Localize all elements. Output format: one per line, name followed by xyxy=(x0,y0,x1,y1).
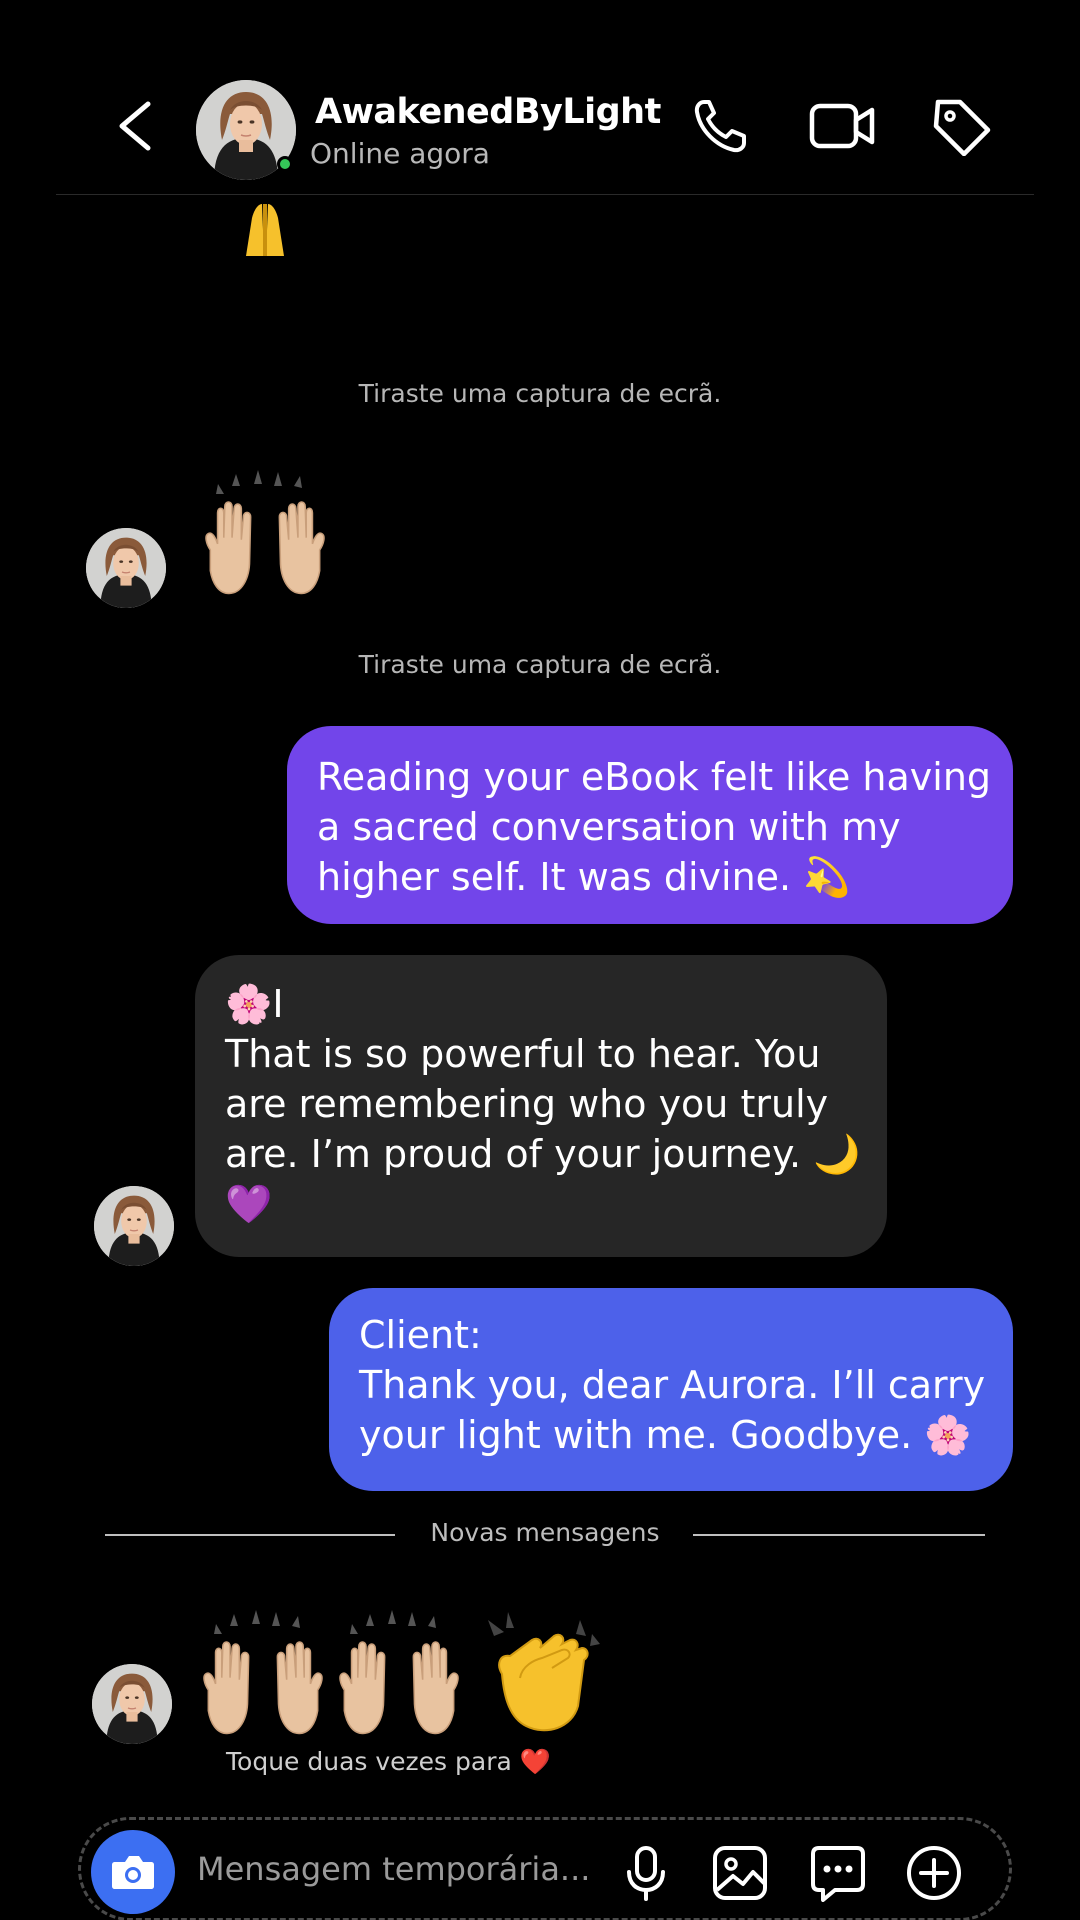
raising-hands-emoji[interactable] xyxy=(330,1610,470,1740)
header-divider xyxy=(56,194,1034,195)
contact-avatar-small[interactable] xyxy=(92,1664,172,1744)
message-text: higher self. It was divine. 💫 xyxy=(317,855,851,899)
raising-hands-emoji[interactable] xyxy=(194,1610,334,1740)
raising-hands-emoji[interactable] xyxy=(196,470,336,600)
contact-status: Online agora xyxy=(310,137,490,170)
sticker-chat-icon[interactable] xyxy=(809,1844,867,1902)
message-text: Reading your eBook felt like having xyxy=(317,755,992,799)
message-text: a sacred conversation with my xyxy=(317,805,901,849)
video-camera-icon[interactable] xyxy=(808,96,878,156)
add-plus-icon[interactable] xyxy=(905,1844,963,1902)
phone-icon[interactable] xyxy=(690,96,754,156)
tag-icon[interactable] xyxy=(930,96,994,156)
camera-button[interactable] xyxy=(91,1830,175,1914)
contact-name[interactable]: AwakenedByLight xyxy=(315,92,661,132)
clapping-hands-emoji[interactable] xyxy=(482,1610,602,1740)
received-message-bubble[interactable]: 🌸I That is so powerful to hear. You are … xyxy=(195,955,887,1257)
system-notice-screenshot: Tiraste uma captura de ecrã. xyxy=(358,650,722,679)
system-notice-screenshot: Tiraste uma captura de ecrã. xyxy=(358,379,722,408)
microphone-icon[interactable] xyxy=(617,1844,675,1902)
new-messages-divider: Novas mensagens xyxy=(105,1518,985,1552)
message-text: 🌸I xyxy=(225,982,284,1026)
message-text: That is so powerful to hear. You xyxy=(225,1032,821,1076)
message-text: are remembering who you truly xyxy=(225,1082,829,1126)
online-indicator xyxy=(277,156,293,172)
divider-line-right xyxy=(693,1534,985,1536)
contact-avatar-small[interactable] xyxy=(86,528,166,608)
message-input[interactable]: Mensagem temporária... xyxy=(197,1850,590,1888)
camera-icon xyxy=(112,1856,154,1889)
contact-avatar-small[interactable] xyxy=(94,1186,174,1266)
sent-message-bubble[interactable]: Client: Thank you, dear Aurora. I’ll car… xyxy=(329,1288,1013,1491)
message-text: 💜 xyxy=(225,1182,273,1226)
chat-header: AwakenedByLight Online agora xyxy=(0,0,1080,196)
double-tap-hint: Toque duas vezes para ❤️ xyxy=(226,1747,551,1776)
new-messages-label: Novas mensagens xyxy=(430,1518,660,1547)
message-text: Client: xyxy=(359,1313,482,1357)
sent-message-bubble[interactable]: Reading your eBook felt like having a sa… xyxy=(287,726,1013,924)
message-text: your light with me. Goodbye. 🌸 xyxy=(359,1413,972,1457)
gallery-icon[interactable] xyxy=(711,1844,769,1902)
message-composer: Mensagem temporária... xyxy=(78,1817,1012,1920)
back-chevron-icon[interactable] xyxy=(112,96,158,156)
message-text: are. I’m proud of your journey. 🌙 xyxy=(225,1132,861,1176)
praying-hands-emoji xyxy=(246,204,284,256)
message-text: Thank you, dear Aurora. I’ll carry xyxy=(359,1363,986,1407)
